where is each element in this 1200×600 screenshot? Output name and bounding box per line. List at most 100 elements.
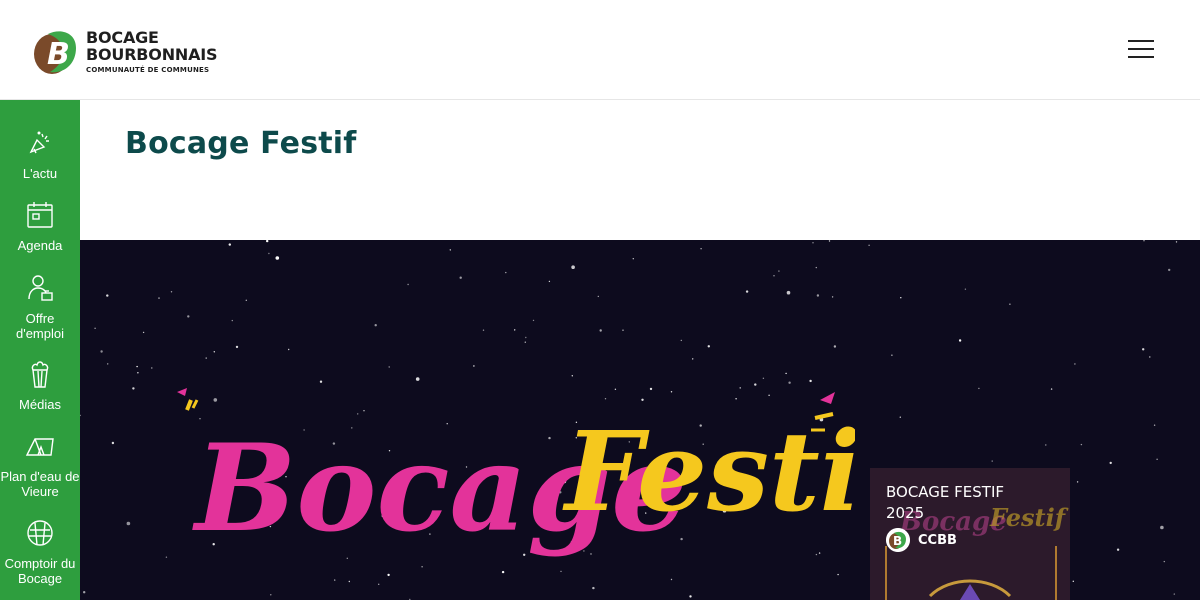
star: [1160, 525, 1164, 530]
star: [597, 295, 599, 298]
star: [1156, 458, 1158, 460]
star: [151, 367, 153, 369]
star: [205, 357, 207, 359]
star: [599, 329, 602, 332]
star: [524, 341, 526, 343]
star: [1173, 593, 1176, 595]
popcorn-icon: [31, 361, 49, 388]
star: [525, 336, 527, 339]
star: [142, 331, 145, 334]
logo-mark-icon: B: [34, 31, 76, 74]
megaphone-icon: [29, 131, 49, 154]
star: [833, 345, 837, 348]
sidebar-item-plan-eau[interactable]: Plan d'eau de Vieure: [0, 431, 80, 499]
star: [571, 265, 575, 269]
basket-icon: [27, 520, 53, 546]
logo-text: BOCAGE BOURBONNAIS COMMUNAUTÉ DE COMMUNE…: [86, 27, 218, 74]
star: [111, 441, 115, 445]
svg-text:B: B: [47, 37, 70, 72]
star: [132, 387, 135, 390]
star: [680, 339, 682, 342]
star: [815, 266, 817, 269]
sidebar-item-label: Offre d'emploi: [15, 311, 64, 341]
star: [1045, 444, 1047, 446]
star: [964, 288, 967, 290]
sidebar-item-medias[interactable]: Médias: [0, 359, 80, 412]
star: [231, 319, 233, 322]
star: [532, 319, 535, 322]
star: [288, 348, 290, 351]
sidebar-item-agenda[interactable]: Agenda: [0, 200, 80, 253]
star: [137, 372, 139, 374]
star: [900, 297, 902, 299]
sidebar-nav: L'actu Agenda Offre d'emploi Médias Plan…: [0, 100, 80, 600]
site-header: B BOCAGE BOURBONNAIS COMMUNAUTÉ DE COMMU…: [0, 0, 1200, 100]
star: [170, 291, 173, 293]
star: [1142, 348, 1145, 351]
star: [1143, 240, 1145, 242]
video-title: BOCAGE FESTIF 2025: [886, 483, 1005, 522]
sidebar-item-comptoir[interactable]: Comptoir du Bocage: [0, 518, 80, 586]
video-channel[interactable]: B CCBB: [886, 528, 957, 552]
star: [868, 244, 870, 246]
star: [778, 270, 780, 272]
logo-word-festif: Festif: [562, 407, 855, 536]
star: [275, 256, 280, 260]
channel-name: CCBB: [918, 532, 957, 548]
sidebar-item-offre-emploi[interactable]: Offre d'emploi: [0, 273, 80, 341]
star: [707, 345, 710, 348]
star: [165, 556, 168, 558]
channel-avatar-icon: B: [886, 528, 910, 552]
star: [978, 387, 980, 390]
video-embed-card[interactable]: Bocage Festif BOCAGE FESTIF 2025 B CCBB: [870, 468, 1070, 600]
star: [899, 416, 901, 418]
star: [1080, 443, 1083, 446]
star: [136, 365, 138, 368]
hamburger-icon[interactable]: [1128, 40, 1156, 60]
job-offer-icon: [28, 275, 53, 301]
star: [126, 521, 131, 526]
bocage-festif-logo: Bocage Festif: [177, 388, 855, 559]
page-title: Bocage Festif: [125, 126, 357, 161]
star: [622, 329, 624, 331]
star: [1074, 363, 1076, 365]
star: [459, 276, 462, 279]
sidebar-item-label: Plan d'eau de Vieure: [0, 469, 80, 499]
star: [245, 299, 247, 301]
star: [374, 324, 377, 327]
star: [94, 327, 96, 329]
star: [1163, 560, 1166, 563]
sidebar-item-actu[interactable]: L'actu: [0, 128, 80, 181]
star: [1009, 303, 1011, 305]
svg-text:B: B: [893, 534, 902, 548]
star: [831, 296, 834, 298]
star: [388, 366, 390, 368]
star: [1149, 356, 1151, 358]
star: [187, 315, 190, 318]
star: [407, 283, 409, 286]
sidebar-item-label: L'actu: [22, 166, 58, 181]
star: [548, 280, 551, 283]
page-title-area: Bocage Festif: [80, 100, 1200, 240]
star: [1153, 424, 1156, 426]
logo-line-2: BOURBONNAIS: [86, 44, 218, 64]
star: [505, 271, 507, 274]
site-logo[interactable]: B BOCAGE BOURBONNAIS COMMUNAUTÉ DE COMMU…: [30, 26, 220, 76]
star: [106, 294, 109, 297]
star: [1168, 268, 1171, 272]
star: [83, 591, 86, 594]
star: [773, 275, 775, 277]
star: [100, 350, 103, 353]
star: [266, 240, 269, 243]
logo-line-1: BOCAGE: [86, 27, 159, 47]
star: [1072, 580, 1074, 582]
star: [1050, 388, 1053, 390]
star: [891, 354, 893, 356]
star: [1116, 548, 1120, 551]
star: [828, 240, 831, 242]
star: [692, 358, 694, 360]
star: [1076, 481, 1079, 483]
star: [158, 297, 160, 299]
star: [991, 460, 993, 462]
hamburger-bar: [1128, 48, 1154, 50]
